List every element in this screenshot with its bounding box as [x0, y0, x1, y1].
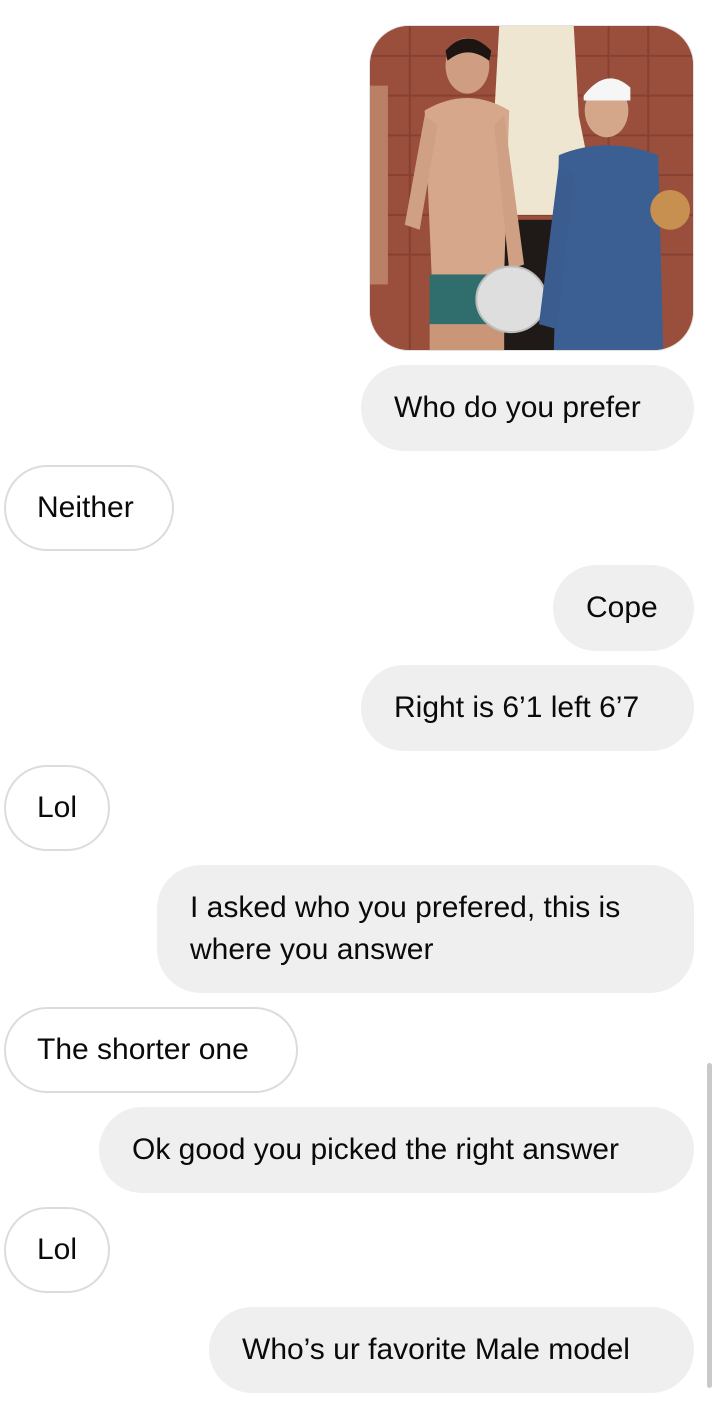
message-text: Neither [37, 491, 134, 524]
message-received[interactable]: The shorter one [4, 1007, 298, 1093]
message-sent[interactable]: Ok good you picked the right answer [99, 1107, 694, 1193]
message-text: Ok good you picked the right answer [132, 1133, 619, 1166]
message-text: Right is 6’1 left 6’7 [394, 691, 640, 724]
message-text: Who do you prefer [394, 391, 641, 424]
message-received[interactable]: Neither [4, 465, 174, 551]
scrollbar[interactable] [707, 1063, 712, 1388]
message-received[interactable]: Lol [4, 765, 110, 851]
message-sent[interactable]: Right is 6’1 left 6’7 [361, 665, 694, 751]
message-text: Lol [37, 791, 78, 824]
message-sent[interactable]: I asked who you prefered, this is where … [157, 865, 694, 993]
message-received[interactable]: Lol [4, 1207, 110, 1293]
message-text: The shorter one [37, 1033, 249, 1066]
shared-photo[interactable] [369, 25, 694, 351]
message-text: Who’s ur favorite Male model [242, 1333, 630, 1366]
photo-image [370, 26, 693, 350]
message-sent[interactable]: Who do you prefer [361, 365, 694, 451]
message-text: I asked who you prefered, this is where … [190, 891, 621, 966]
message-sent[interactable]: Cope [553, 565, 694, 651]
message-sent[interactable]: Who’s ur favorite Male model [209, 1307, 694, 1393]
chat-thread[interactable]: Who do you prefer Neither Cope Right is … [0, 0, 719, 1411]
message-text: Lol [37, 1233, 78, 1266]
message-text: Cope [586, 591, 658, 624]
